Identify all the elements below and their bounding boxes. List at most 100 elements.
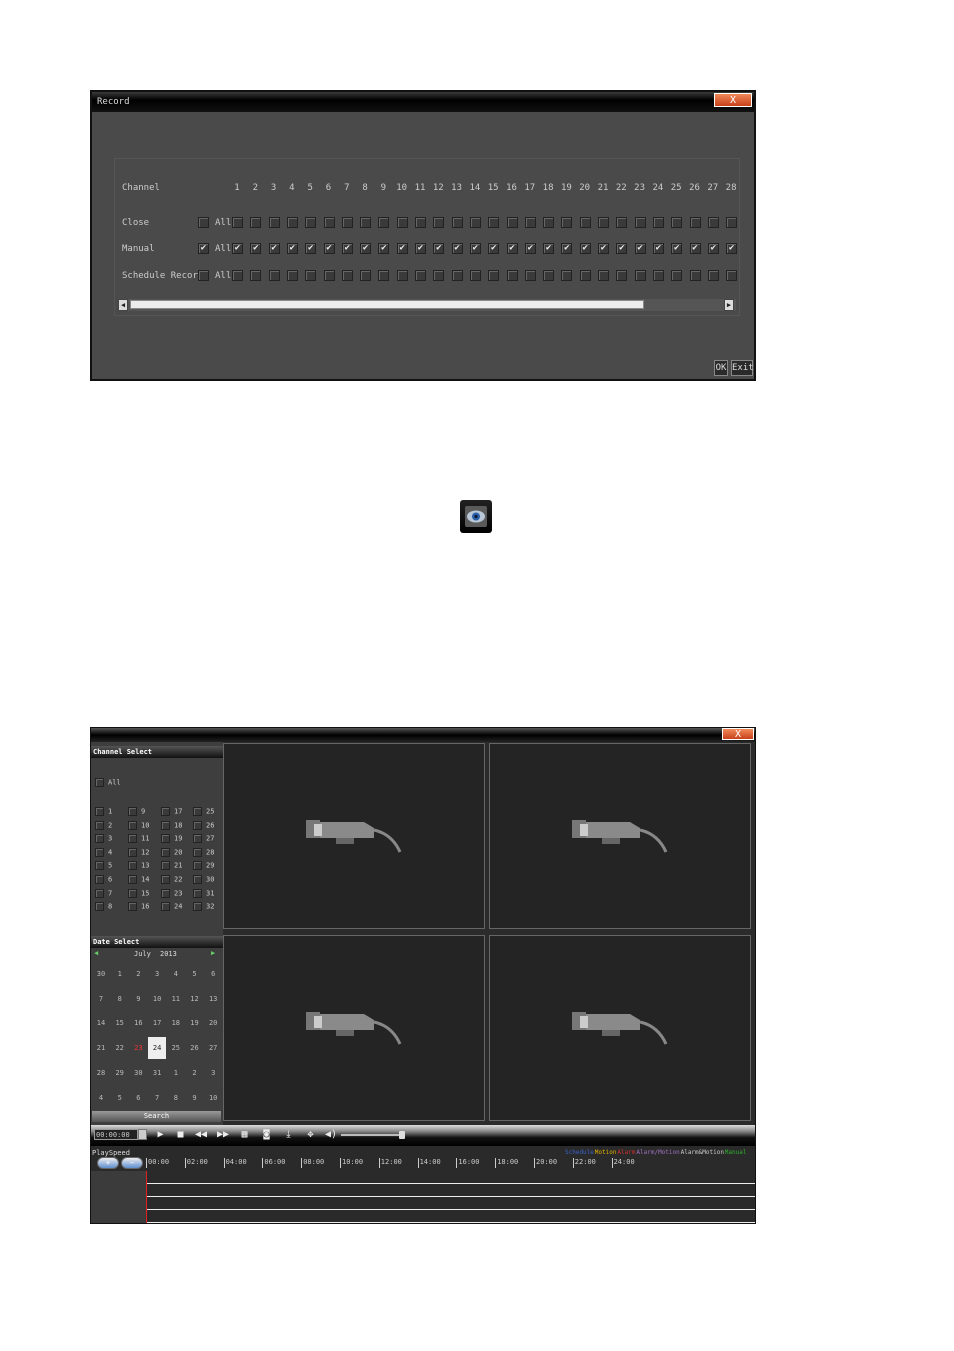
checkbox[interactable] [193, 888, 202, 898]
frame-step-icon[interactable]: ▦ [239, 1129, 250, 1140]
snapshot-icon[interactable]: ◙ [261, 1129, 272, 1140]
calendar-day[interactable]: 21 [92, 1037, 110, 1059]
calendar-day[interactable]: 28 [92, 1062, 110, 1084]
channel-checkbox-17[interactable]: 17 [161, 807, 182, 816]
manual-channel-checkbox[interactable]: ✔ [707, 243, 719, 254]
schedule-channel-checkbox[interactable] [598, 270, 609, 281]
playback-close-button[interactable]: X [722, 728, 754, 740]
schedule-channel-checkbox[interactable] [726, 270, 738, 281]
calendar-day[interactable]: 15 [111, 1012, 129, 1034]
manual-channel-checkbox[interactable]: ✔ [671, 243, 683, 254]
ok-button[interactable]: OK [714, 360, 728, 376]
scroll-left-icon[interactable]: ◀ [118, 299, 128, 311]
calendar-day[interactable]: 13 [204, 988, 222, 1010]
scroll-right-icon[interactable]: ▶ [724, 299, 734, 311]
channel-checkbox-21[interactable]: 21 [161, 861, 182, 871]
checkbox[interactable] [95, 875, 104, 884]
close-button[interactable]: X [714, 93, 752, 107]
close-channel-checkbox[interactable] [634, 217, 646, 228]
fast-forward-icon[interactable]: ▶▶ [217, 1129, 229, 1140]
checkbox[interactable] [193, 861, 202, 871]
calendar-day[interactable]: 1 [167, 1062, 185, 1084]
channel-checkbox-6[interactable]: 6 [95, 875, 112, 884]
calendar-day[interactable]: 4 [92, 1087, 110, 1109]
channel-checkbox-27[interactable]: 27 [193, 834, 214, 844]
calendar-day-today[interactable]: 23 [129, 1037, 147, 1059]
schedule-channel-checkbox[interactable] [433, 270, 445, 281]
close-channel-checkbox[interactable] [268, 217, 280, 228]
video-pane-2[interactable] [489, 743, 751, 929]
channel-checkbox-12[interactable]: 12 [128, 847, 149, 857]
close-channel-checkbox[interactable] [378, 217, 390, 228]
manual-channel-checkbox[interactable]: ✔ [433, 243, 445, 254]
checkbox[interactable] [95, 847, 104, 857]
channel-checkbox-1[interactable]: 1 [95, 807, 112, 816]
close-channel-checkbox[interactable] [707, 217, 719, 228]
checkbox[interactable] [95, 807, 104, 816]
calendar-day[interactable]: 30 [129, 1062, 147, 1084]
calendar-day[interactable]: 4 [167, 963, 185, 985]
schedule-channel-checkbox[interactable] [415, 270, 426, 281]
close-channel-checkbox[interactable] [579, 217, 591, 228]
manual-channel-checkbox[interactable]: ✔ [268, 243, 280, 254]
checkbox[interactable] [193, 847, 202, 857]
calendar-day[interactable]: 16 [129, 1012, 147, 1034]
checkbox[interactable] [95, 834, 104, 844]
channel-checkbox-9[interactable]: 9 [128, 807, 145, 816]
manual-channel-checkbox[interactable]: ✔ [232, 243, 243, 254]
rewind-icon[interactable]: ◀◀ [195, 1129, 207, 1140]
manual-channel-checkbox[interactable]: ✔ [378, 243, 390, 254]
channel-checkbox-32[interactable]: 32 [193, 902, 214, 912]
calendar-day[interactable]: 19 [186, 1012, 204, 1034]
close-channel-checkbox[interactable] [689, 217, 701, 228]
schedule-channel-checkbox[interactable] [323, 270, 335, 281]
time-input[interactable]: 00:00:00 [94, 1129, 138, 1140]
checkbox[interactable] [161, 834, 170, 844]
calendar-day[interactable]: 7 [148, 1087, 166, 1109]
next-month-icon[interactable]: ▶ [211, 949, 215, 957]
calendar-day[interactable]: 6 [129, 1087, 147, 1109]
calendar-day[interactable]: 7 [92, 988, 110, 1010]
schedule-channel-checkbox[interactable] [232, 270, 243, 281]
channel-checkbox-15[interactable]: 15 [128, 888, 149, 898]
schedule-channel-checkbox[interactable] [616, 270, 628, 281]
channel-checkbox-11[interactable]: 11 [128, 834, 149, 844]
schedule-channel-checkbox[interactable] [524, 270, 536, 281]
manual-channel-checkbox[interactable]: ✔ [323, 243, 335, 254]
close-channel-checkbox[interactable] [360, 217, 372, 228]
schedule-channel-checkbox[interactable] [378, 270, 390, 281]
time-spinner[interactable] [138, 1129, 147, 1140]
close-channel-checkbox[interactable] [524, 217, 536, 228]
schedule-channel-checkbox[interactable] [360, 270, 372, 281]
channel-all-checkbox[interactable]: All [95, 778, 121, 787]
calendar-day[interactable]: 18 [167, 1012, 185, 1034]
calendar-day[interactable]: 3 [204, 1062, 222, 1084]
checkbox[interactable] [128, 820, 137, 830]
close-channel-checkbox[interactable] [616, 217, 628, 228]
close-channel-checkbox[interactable] [598, 217, 609, 228]
checkbox[interactable] [128, 902, 137, 912]
schedule-channel-checkbox[interactable] [268, 270, 280, 281]
schedule-channel-checkbox[interactable] [652, 270, 664, 281]
checkbox[interactable] [161, 820, 170, 830]
channel-checkbox-10[interactable]: 10 [128, 820, 149, 830]
manual-channel-checkbox[interactable]: ✔ [488, 243, 500, 254]
channel-checkbox-2[interactable]: 2 [95, 820, 112, 830]
calendar-day[interactable]: 14 [92, 1012, 110, 1034]
manual-channel-checkbox[interactable]: ✔ [250, 243, 262, 254]
prev-month-icon[interactable]: ◀ [94, 949, 98, 957]
calendar-day[interactable]: 12 [186, 988, 204, 1010]
play-icon[interactable]: ▶ [155, 1129, 166, 1140]
close-channel-checkbox[interactable] [415, 217, 426, 228]
video-pane-1[interactable] [223, 743, 485, 929]
calendar-day[interactable]: 26 [186, 1037, 204, 1059]
calendar-day[interactable]: 22 [111, 1037, 129, 1059]
calendar-day[interactable]: 3 [148, 963, 166, 985]
manual-channel-checkbox[interactable]: ✔ [579, 243, 591, 254]
checkbox[interactable] [128, 847, 137, 857]
channel-checkbox-16[interactable]: 16 [128, 902, 149, 912]
schedule-channel-checkbox[interactable] [707, 270, 719, 281]
close-channel-checkbox[interactable] [396, 217, 408, 228]
checkbox[interactable] [161, 861, 170, 871]
manual-all-checkbox[interactable]: ✔ [198, 243, 209, 254]
